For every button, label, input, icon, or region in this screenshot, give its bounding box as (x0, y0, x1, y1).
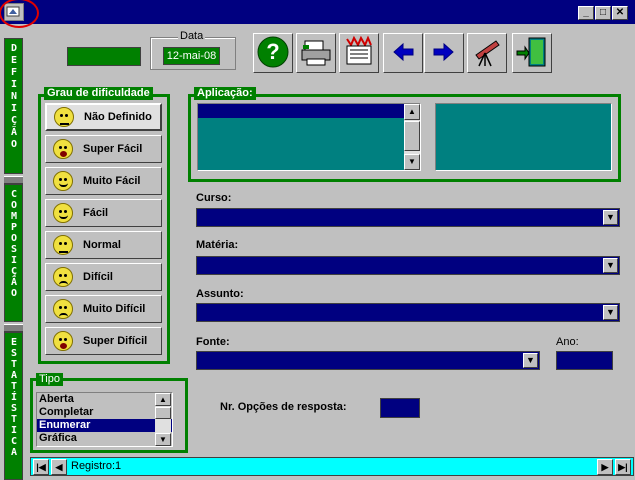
scroll-up-icon[interactable]: ▲ (404, 104, 420, 120)
date-label: Data (178, 30, 206, 42)
arrow-right-icon (429, 37, 459, 70)
shred-button[interactable] (339, 33, 379, 73)
tipo-list[interactable]: Aberta Completar Enumerar Gráfica (36, 392, 173, 447)
sidebar: DEFINIÇÃO COMPOSIÇÃO ESTATÍSTICA (0, 34, 27, 480)
tab-composicao-label: COMPOSIÇÃO (8, 189, 20, 299)
difficulty-normal[interactable]: Normal (45, 231, 162, 259)
prev-record-icon[interactable]: ◀ (51, 459, 67, 475)
tipo-group-title: Tipo (36, 373, 63, 386)
curso-select[interactable]: ▼ (196, 208, 620, 227)
difficulty-muito-dificil[interactable]: Muito Difícil (45, 295, 162, 323)
record-counter: Registro:1 (71, 460, 122, 472)
difficulty-label: Fácil (83, 207, 109, 219)
fonte-label: Fonte: (196, 336, 230, 348)
minimize-button[interactable]: _ (578, 6, 594, 20)
help-button[interactable]: ? (253, 33, 293, 73)
tab-separator (4, 324, 23, 332)
scroll-thumb[interactable] (155, 407, 171, 419)
record-navigator: |◀ ◀ Registro:1 ▶ ▶| (30, 457, 634, 476)
difficulty-muito-facil[interactable]: Muito Fácil (45, 167, 162, 195)
help-icon: ? (256, 35, 290, 72)
ano-input[interactable] (556, 351, 613, 370)
scroll-down-icon[interactable]: ▼ (155, 433, 171, 446)
face-scream-icon (53, 331, 73, 351)
aplicacao-detail (435, 103, 612, 171)
face-sad-icon (53, 299, 73, 319)
telescope-icon (470, 35, 504, 72)
exit-button[interactable] (512, 33, 552, 73)
aplicacao-group-title: Aplicação: (194, 87, 256, 100)
previous-button[interactable] (383, 33, 423, 73)
first-record-icon[interactable]: |◀ (33, 459, 49, 475)
status-indicator (67, 47, 141, 66)
difficulty-label: Normal (83, 239, 121, 251)
aplicacao-scrollbar[interactable]: ▲ ▼ (404, 104, 420, 170)
chevron-down-icon[interactable]: ▼ (523, 353, 538, 368)
face-sad-icon (53, 267, 73, 287)
materia-select[interactable]: ▼ (196, 256, 620, 275)
arrow-left-icon (388, 37, 418, 70)
chevron-down-icon[interactable]: ▼ (603, 305, 618, 320)
face-wink-icon (53, 171, 73, 191)
shredder-icon (342, 34, 376, 72)
last-record-icon[interactable]: ▶| (615, 459, 631, 475)
opcoes-label: Nr. Opções de resposta: (220, 401, 347, 413)
difficulty-group-title: Grau de dificuldade (44, 87, 153, 100)
scroll-thumb[interactable] (404, 121, 420, 151)
materia-label: Matéria: (196, 239, 239, 251)
aplicacao-list[interactable] (197, 103, 421, 171)
face-grin-icon (53, 139, 73, 159)
date-value: 12-mai-08 (163, 47, 220, 65)
tipo-item-grafica[interactable]: Gráfica (37, 432, 172, 445)
difficulty-label: Muito Fácil (83, 175, 141, 187)
close-button[interactable]: ✕ (612, 6, 628, 20)
aplicacao-selected-row[interactable] (198, 104, 404, 118)
svg-text:?: ? (266, 39, 279, 64)
opcoes-input[interactable] (380, 398, 420, 418)
scroll-up-icon[interactable]: ▲ (155, 393, 171, 406)
face-neutral-icon (54, 107, 74, 127)
tab-definicao[interactable]: DEFINIÇÃO (4, 38, 23, 174)
assunto-label: Assunto: (196, 288, 244, 300)
title-bar (0, 0, 635, 24)
tab-separator (4, 176, 23, 184)
difficulty-label: Muito Difícil (83, 303, 146, 315)
fonte-select[interactable]: ▼ (196, 351, 540, 370)
difficulty-label: Super Difícil (83, 335, 148, 347)
tipo-item-enumerar[interactable]: Enumerar (37, 419, 172, 432)
difficulty-dificil[interactable]: Difícil (45, 263, 162, 291)
tipo-scrollbar[interactable]: ▲ ▼ (155, 393, 171, 446)
difficulty-super-facil[interactable]: Super Fácil (45, 135, 162, 163)
ano-label: Ano: (556, 336, 579, 348)
scroll-down-icon[interactable]: ▼ (404, 154, 420, 170)
difficulty-label: Difícil (83, 271, 113, 283)
next-record-icon[interactable]: ▶ (597, 459, 613, 475)
exit-door-icon (515, 35, 549, 72)
printer-icon (299, 35, 333, 72)
difficulty-super-dificil[interactable]: Super Difícil (45, 327, 162, 355)
face-neutral-icon (53, 235, 73, 255)
print-button[interactable] (296, 33, 336, 73)
tab-estatistica[interactable]: ESTATÍSTICA (4, 332, 23, 480)
assunto-select[interactable]: ▼ (196, 303, 620, 322)
difficulty-label: Não Definido (84, 111, 152, 123)
tab-estatistica-label: ESTATÍSTICA (8, 337, 20, 458)
chevron-down-icon[interactable]: ▼ (603, 210, 618, 225)
next-button[interactable] (424, 33, 464, 73)
curso-label: Curso: (196, 192, 232, 204)
difficulty-label: Super Fácil (83, 143, 143, 155)
maximize-button[interactable]: □ (595, 6, 611, 20)
search-button[interactable] (467, 33, 507, 73)
tab-definicao-label: DEFINIÇÃO (8, 43, 20, 151)
tipo-item-aberta[interactable]: Aberta (37, 393, 172, 406)
difficulty-facil[interactable]: Fácil (45, 199, 162, 227)
chevron-down-icon[interactable]: ▼ (603, 258, 618, 273)
face-smile-icon (53, 203, 73, 223)
tab-composicao[interactable]: COMPOSIÇÃO (4, 184, 23, 322)
tipo-item-completar[interactable]: Completar (37, 406, 172, 419)
difficulty-nao-definido[interactable]: Não Definido (45, 103, 162, 131)
